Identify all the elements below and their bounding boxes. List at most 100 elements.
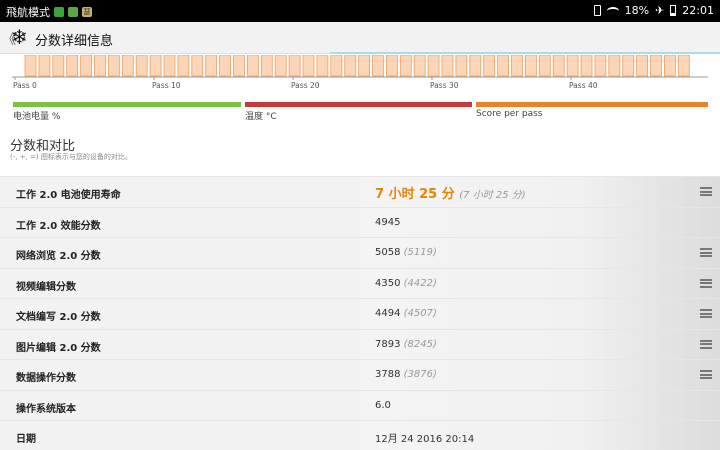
row-value-cell: 4494 (4507) (360, 299, 720, 329)
pass-bar (288, 55, 301, 77)
pass-bar (622, 55, 635, 77)
pass-bar (24, 55, 37, 77)
pass-bar (399, 55, 412, 77)
row-value-text: 5058 (5119) (375, 247, 437, 258)
pass-bar (566, 55, 579, 77)
pass-bar (469, 55, 482, 77)
battery-percent: 18% (624, 4, 650, 17)
pass-bar (38, 55, 51, 77)
app-icon: 瑟 (82, 7, 92, 17)
table-row[interactable]: 文档编写 2.0 分数 4494 (4507) (0, 298, 720, 329)
row-value-text: 3788 (3876) (375, 369, 437, 380)
row-value-text: 6.0 (375, 400, 391, 411)
pass-bar (330, 55, 343, 77)
pass-bar (636, 55, 648, 77)
row-value-text: 4494 (4507) (375, 308, 437, 319)
legend-battery-label: 电池电量 % (13, 112, 61, 122)
pass-bar (108, 55, 120, 77)
row-value: 3788 (375, 369, 401, 380)
pass-bar (664, 55, 676, 77)
pass-bar (149, 55, 162, 77)
axis-tick-label: Pass 20 (291, 81, 320, 90)
legend-score-swatch (476, 102, 708, 107)
pass-bar (163, 55, 176, 77)
row-value-text: 7 小时 25 分 (7 小时 25 分) (375, 183, 526, 202)
row-label: 文档编写 2.0 分数 (16, 312, 101, 323)
row-reference-value: (4422) (403, 277, 437, 289)
pass-bar (455, 55, 468, 77)
row-reference-value: (5119) (403, 247, 437, 258)
wifi-icon (606, 6, 619, 15)
page-title: 分数详细信息 (35, 34, 114, 49)
table-row[interactable]: 数据操作分数 3788 (3876) (0, 359, 720, 390)
row-label: 操作系统版本 (16, 403, 76, 415)
pass-bar (233, 55, 245, 77)
legend-battery: 电池电量 % (13, 102, 241, 122)
legend-score-label: Score per pass (476, 109, 543, 119)
pass-bar (580, 55, 593, 77)
pass-bar (650, 55, 662, 77)
table-row: 操作系统版本 6.0 (0, 389, 720, 420)
row-value: 12月 24 2016 20:14 (375, 434, 475, 445)
pass-bar (135, 55, 148, 77)
row-label: 日期 (16, 434, 36, 445)
legend-battery-swatch (13, 102, 241, 107)
table-row[interactable]: 图片编辑 2.0 分数 7893 (8245) (0, 328, 720, 359)
clock: 22:01 (682, 4, 714, 17)
axis-tick-label: Pass 30 (430, 81, 459, 90)
appbar-divider (330, 52, 720, 54)
equal-compare-icon[interactable] (700, 278, 712, 288)
pass-bar (260, 55, 273, 77)
pass-bar (441, 55, 454, 77)
table-row: 工作 2.0 效能分数 4945 (0, 206, 720, 237)
axis-tick-label: Pass 40 (569, 81, 598, 90)
pass-bar (121, 55, 134, 77)
pass-bar (525, 55, 537, 77)
pass-bar (538, 55, 551, 77)
row-value-cell: 5058 (5119) (360, 238, 720, 268)
row-reference-value: (7 小时 25 分) (459, 190, 526, 201)
row-value-text: 12月 24 2016 20:14 (375, 430, 474, 445)
pass-bar (413, 55, 426, 77)
row-value-cell: 4945 (360, 207, 720, 237)
vibrate-icon (593, 5, 601, 16)
pass-bar (497, 55, 510, 77)
pass-bar (372, 55, 384, 77)
table-row[interactable]: 网络浏览 2.0 分数 5058 (5119) (0, 237, 720, 268)
row-value: 4494 (375, 308, 401, 319)
row-value-cell: 4350 (4422) (360, 268, 720, 298)
pass-bar (66, 55, 79, 77)
equal-compare-icon[interactable] (700, 370, 712, 379)
pass-bar (608, 55, 621, 77)
airplane-icon: ✈ (655, 4, 665, 17)
status-bar: 飛航模式 瑟 18% ✈ 22:01 (0, 0, 720, 22)
pass-chart-svg: Pass 0 Pass 10 Pass 20 Pass 30 Pass 40 (12, 55, 708, 90)
legend-temperature-label: 温度 °C (245, 112, 277, 122)
pass-bar (483, 55, 496, 77)
equal-compare-icon[interactable] (700, 309, 712, 318)
table-row: 日期 12月 24 2016 20:14 (0, 420, 720, 450)
row-value: 4945 (375, 216, 401, 228)
pass-bar (358, 55, 371, 77)
table-row[interactable]: 视频编辑分数 4350 (4422) (0, 267, 720, 298)
pass-bar (205, 55, 218, 77)
axis-tick-label: Pass 0 (13, 81, 37, 90)
pass-bar (246, 55, 259, 77)
row-value: 7893 (375, 338, 401, 350)
table-row[interactable]: 工作 2.0 电池使用寿命 7 小时 25 分 (7 小时 25 分) (0, 176, 720, 207)
pass-bar (80, 55, 92, 77)
row-value-text: 4350 (4422) (375, 278, 437, 289)
row-value-cell: 3788 (3876) (360, 360, 720, 390)
row-value-text: 7893 (8245) (375, 339, 437, 350)
pass-bar (274, 55, 287, 77)
status-right: 18% ✈ 22:01 (593, 4, 714, 17)
equal-compare-icon[interactable] (700, 248, 712, 257)
pass-bar (511, 55, 523, 77)
row-value: 4350 (375, 277, 401, 289)
row-value-cell: 7893 (8245) (360, 329, 720, 359)
pass-bar (594, 55, 607, 77)
equal-compare-icon[interactable] (700, 339, 712, 349)
snowflake-logo-icon: ❄ (11, 25, 28, 49)
row-value: 5058 (375, 247, 401, 258)
equal-compare-icon[interactable] (700, 187, 712, 196)
